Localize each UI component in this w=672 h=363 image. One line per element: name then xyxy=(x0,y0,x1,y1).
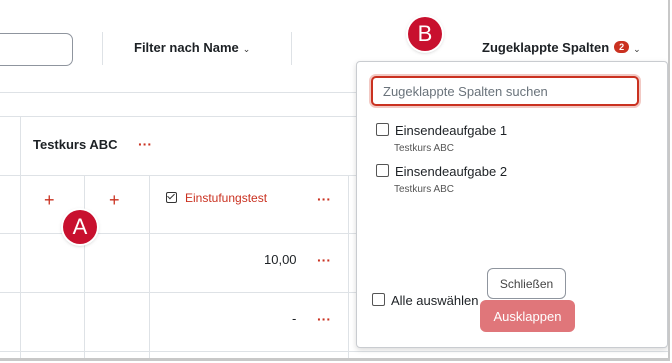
column-divider xyxy=(20,116,21,358)
filter-by-name-button[interactable]: Filter nach Name ⌄ xyxy=(134,40,250,55)
column-divider xyxy=(149,175,150,358)
collapsed-columns-search-input[interactable] xyxy=(371,76,639,106)
column-divider xyxy=(348,175,349,358)
chevron-down-icon: ⌄ xyxy=(633,44,641,54)
cell-actions-menu-icon[interactable]: ··· xyxy=(317,312,331,326)
checkbox[interactable] xyxy=(372,293,385,306)
column-actions-menu-icon[interactable]: ··· xyxy=(317,192,331,206)
course-name: Testkurs ABC xyxy=(33,137,118,152)
checkbox[interactable] xyxy=(376,164,389,177)
collapsed-columns-label: Zugeklappte Spalten xyxy=(482,40,610,55)
option-course: Testkurs ABC xyxy=(394,143,455,154)
collapsed-column-option[interactable]: Einsendeaufgabe 1 Testkurs ABC xyxy=(376,122,507,154)
collapsed-columns-button[interactable]: Zugeklappte Spalten 2 ⌄ xyxy=(482,40,641,55)
divider xyxy=(0,351,668,352)
select-all-label: Alle auswählen xyxy=(391,293,479,308)
grade-cell: 10,00 xyxy=(264,252,297,267)
chevron-down-icon: ⌄ xyxy=(242,44,251,54)
option-label: Einsendeaufgabe 1 xyxy=(395,123,508,138)
collapsed-count-badge: 2 xyxy=(614,41,630,53)
expand-button[interactable]: Ausklappen xyxy=(480,300,575,332)
toolbar-divider xyxy=(291,32,292,65)
filter-by-name-label: Filter nach Name xyxy=(134,40,239,55)
expand-column-icon[interactable]: + xyxy=(109,191,120,209)
grade-cell: - xyxy=(292,311,297,326)
option-course: Testkurs ABC xyxy=(394,184,455,195)
course-actions-menu-icon[interactable]: ··· xyxy=(138,137,152,151)
option-label: Einsendeaufgabe 2 xyxy=(395,164,508,179)
column-header-einstufungstest[interactable]: Einstufungstest xyxy=(166,191,267,205)
checkbox-checked-icon xyxy=(166,192,177,203)
expand-column-icon[interactable]: + xyxy=(44,191,55,209)
collapsed-columns-dropdown: Einsendeaufgabe 1 Testkurs ABC Einsendea… xyxy=(356,61,668,348)
collapsed-column-option[interactable]: Einsendeaufgabe 2 Testkurs ABC xyxy=(376,163,507,195)
column-divider xyxy=(84,175,85,358)
cell-actions-menu-icon[interactable]: ··· xyxy=(317,253,331,267)
close-button[interactable]: Schließen xyxy=(487,268,566,299)
gradebook-frame: Filter nach Name ⌄ Zugeklappte Spalten 2 ⌄ … xyxy=(0,0,670,361)
callout-b: B xyxy=(408,17,442,51)
column-title: Einstufungstest xyxy=(185,191,268,205)
toolbar-divider xyxy=(102,32,103,65)
search-input[interactable] xyxy=(0,33,73,66)
select-all-checkbox[interactable]: Alle auswählen xyxy=(372,293,478,308)
checkbox[interactable] xyxy=(376,123,389,136)
callout-a: A xyxy=(63,210,97,244)
